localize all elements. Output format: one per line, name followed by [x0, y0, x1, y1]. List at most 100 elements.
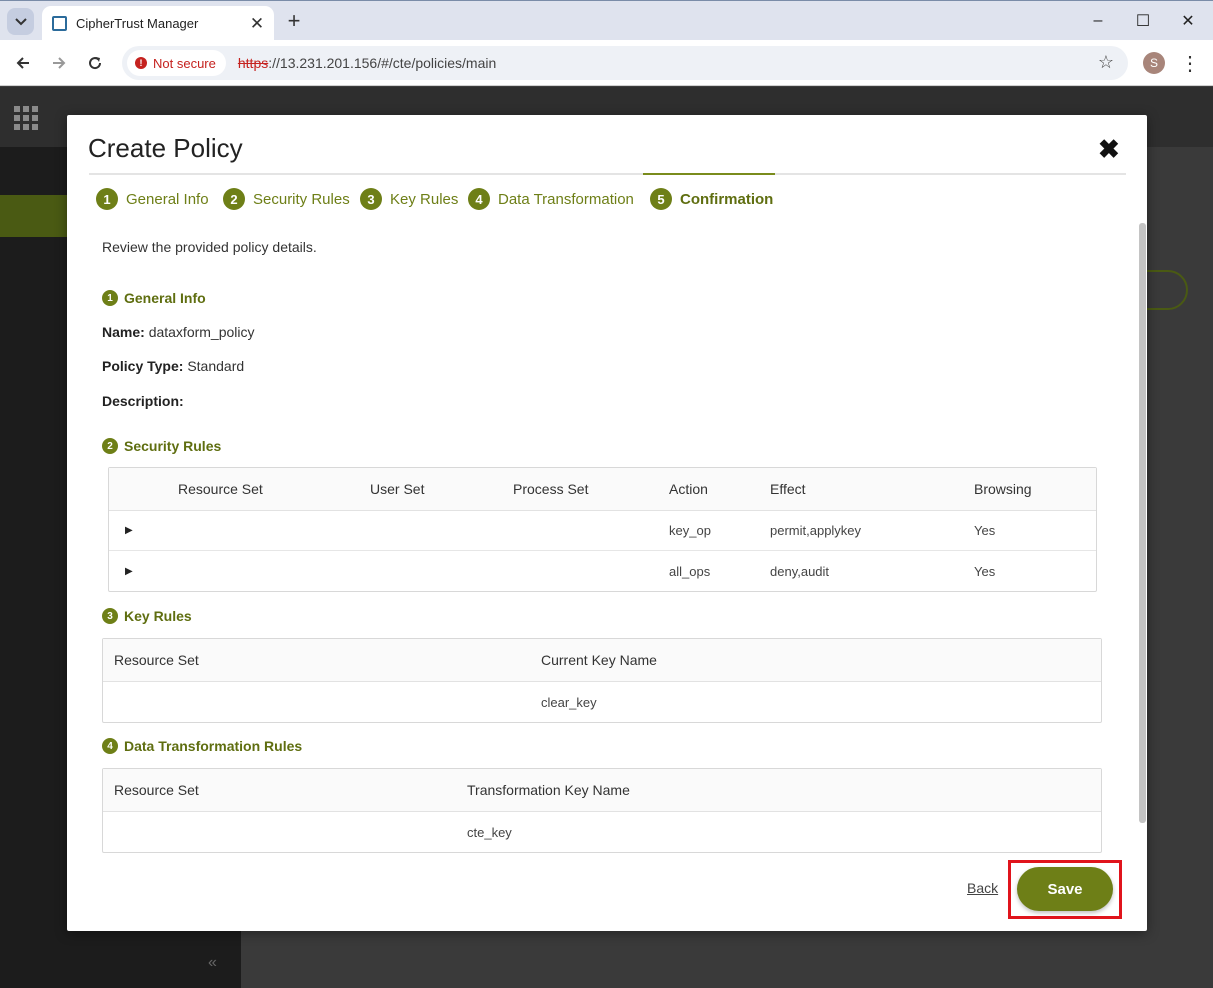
browser-menu-icon[interactable]: ⋮ [1178, 50, 1202, 76]
tab-search-button[interactable] [7, 8, 34, 35]
step-label: General Info [126, 190, 209, 208]
arrow-left-icon [16, 57, 29, 69]
url-text[interactable]: https://13.231.201.156/#/cte/policies/ma… [238, 55, 496, 71]
browser-tab[interactable]: CipherTrust Manager ✕ [42, 6, 274, 41]
current-key-cell: clear_key [541, 694, 597, 710]
section-number: 2 [102, 438, 118, 454]
browser-tab-strip: CipherTrust Manager ✕ + – ☐ ✕ [0, 0, 1213, 41]
column-header: Browsing [974, 481, 1032, 497]
column-header: User Set [370, 481, 425, 497]
step-key-rules[interactable]: 3 Key Rules [360, 188, 458, 210]
column-header: Current Key Name [541, 652, 657, 668]
back-nav-button[interactable] [9, 49, 37, 77]
column-header: Resource Set [114, 782, 199, 798]
site-favicon-icon [52, 16, 67, 31]
action-cell: all_ops [669, 563, 711, 579]
name-label: Name: [102, 324, 145, 340]
security-rules-table: Resource Set User Set Process Set Action… [108, 467, 1097, 592]
section-title: Key Rules [124, 608, 192, 624]
close-icon[interactable]: ✖ [1098, 134, 1120, 165]
section-title: Data Transformation Rules [124, 738, 303, 754]
step-label: Security Rules [253, 190, 350, 208]
section-number: 4 [102, 738, 118, 754]
chevron-down-icon [14, 17, 27, 25]
scrollbar-thumb[interactable] [1139, 223, 1146, 823]
step-number: 2 [223, 188, 245, 210]
address-bar[interactable]: ! Not secure https://13.231.201.156/#/ct… [122, 46, 1128, 80]
security-indicator[interactable]: ! Not secure [127, 50, 226, 76]
step-confirmation[interactable]: 5 Confirmation [650, 188, 773, 210]
table-row: ▶ key_op permit,applykey Yes [109, 511, 1096, 551]
table-header: Resource Set Transformation Key Name [103, 769, 1101, 812]
column-header: Action [669, 481, 708, 497]
url-path: ://13.231.201.156/#/cte/policies/main [268, 55, 497, 71]
data-transformation-table: Resource Set Transformation Key Name cte… [102, 768, 1102, 853]
column-header: Resource Set [114, 652, 199, 668]
policy-name-field: Name: dataxform_policy [102, 324, 255, 340]
general-info-heading: 1 General Info [102, 290, 206, 306]
step-number: 1 [96, 188, 118, 210]
step-general-info[interactable]: 1 General Info [96, 188, 209, 210]
type-value: Standard [187, 358, 245, 374]
expand-row-icon[interactable]: ▶ [125, 511, 133, 550]
section-number: 1 [102, 290, 118, 306]
maximize-button[interactable]: ☐ [1121, 7, 1165, 35]
url-protocol: https [237, 55, 269, 71]
description-label: Description: [102, 393, 184, 409]
transformation-key-cell: cte_key [467, 824, 512, 840]
column-header: Transformation Key Name [467, 782, 630, 798]
browsing-cell: Yes [974, 563, 996, 579]
browsing-cell: Yes [974, 523, 996, 538]
wizard-steps: 1 General Info 2 Security Rules 3 Key Ru… [89, 173, 1126, 223]
column-header: Process Set [513, 481, 589, 497]
confirmation-content: Review the provided policy details. 1 Ge… [67, 223, 1147, 853]
tab-close-button[interactable]: ✕ [245, 12, 269, 36]
table-header: Resource Set User Set Process Set Action… [109, 468, 1096, 511]
step-number: 3 [360, 188, 382, 210]
arrow-right-icon [53, 57, 66, 69]
table-row: clear_key [103, 682, 1101, 722]
tab-title: CipherTrust Manager [76, 16, 199, 31]
profile-avatar[interactable]: S [1143, 52, 1165, 74]
section-number: 3 [102, 608, 118, 624]
section-title: General Info [124, 290, 206, 306]
dialog-title: Create Policy [88, 133, 243, 163]
name-value: dataxform_policy [148, 324, 255, 340]
bookmark-star-icon[interactable]: ☆ [1098, 52, 1114, 73]
security-label: Not secure [153, 55, 216, 71]
section-title: Security Rules [124, 438, 222, 454]
expand-row-icon[interactable]: ▶ [125, 551, 133, 591]
effect-cell: permit,applykey [770, 523, 862, 538]
dialog-scrollbar[interactable] [1137, 223, 1147, 853]
type-label: Policy Type: [102, 358, 184, 374]
column-header: Resource Set [178, 481, 263, 497]
step-data-transformation[interactable]: 4 Data Transformation [468, 188, 634, 210]
step-label: Data Transformation [498, 190, 634, 208]
new-tab-button[interactable]: + [282, 8, 306, 33]
active-step-indicator [643, 173, 775, 175]
back-button[interactable]: Back [967, 880, 998, 896]
intro-text: Review the provided policy details. [102, 239, 317, 255]
step-security-rules[interactable]: 2 Security Rules [223, 188, 350, 210]
table-header: Resource Set Current Key Name [103, 639, 1101, 682]
security-rules-heading: 2 Security Rules [102, 438, 221, 454]
description-field: Description: [102, 393, 184, 409]
action-cell: key_op [669, 523, 711, 538]
step-label: Confirmation [680, 190, 774, 208]
reload-button[interactable] [81, 49, 109, 77]
table-row: ▶ all_ops deny,audit Yes [109, 551, 1096, 591]
browser-toolbar: ! Not secure https://13.231.201.156/#/ct… [0, 40, 1213, 86]
collapse-sidebar-icon: « [208, 954, 217, 971]
save-button[interactable]: Save [1017, 867, 1113, 911]
step-label: Key Rules [390, 190, 459, 208]
policy-type-field: Policy Type: Standard [102, 358, 244, 374]
reload-icon [89, 57, 102, 70]
minimize-button[interactable]: – [1076, 7, 1120, 35]
window-close-button[interactable]: ✕ [1166, 7, 1210, 35]
create-policy-dialog: Create Policy ✖ 1 General Info 2 Securit… [67, 115, 1147, 931]
data-transformation-heading: 4 Data Transformation Rules [102, 738, 302, 754]
warning-icon: ! [135, 57, 147, 69]
app-grid-icon [14, 106, 38, 130]
forward-nav-button[interactable] [45, 49, 73, 77]
column-header: Effect [770, 481, 806, 497]
